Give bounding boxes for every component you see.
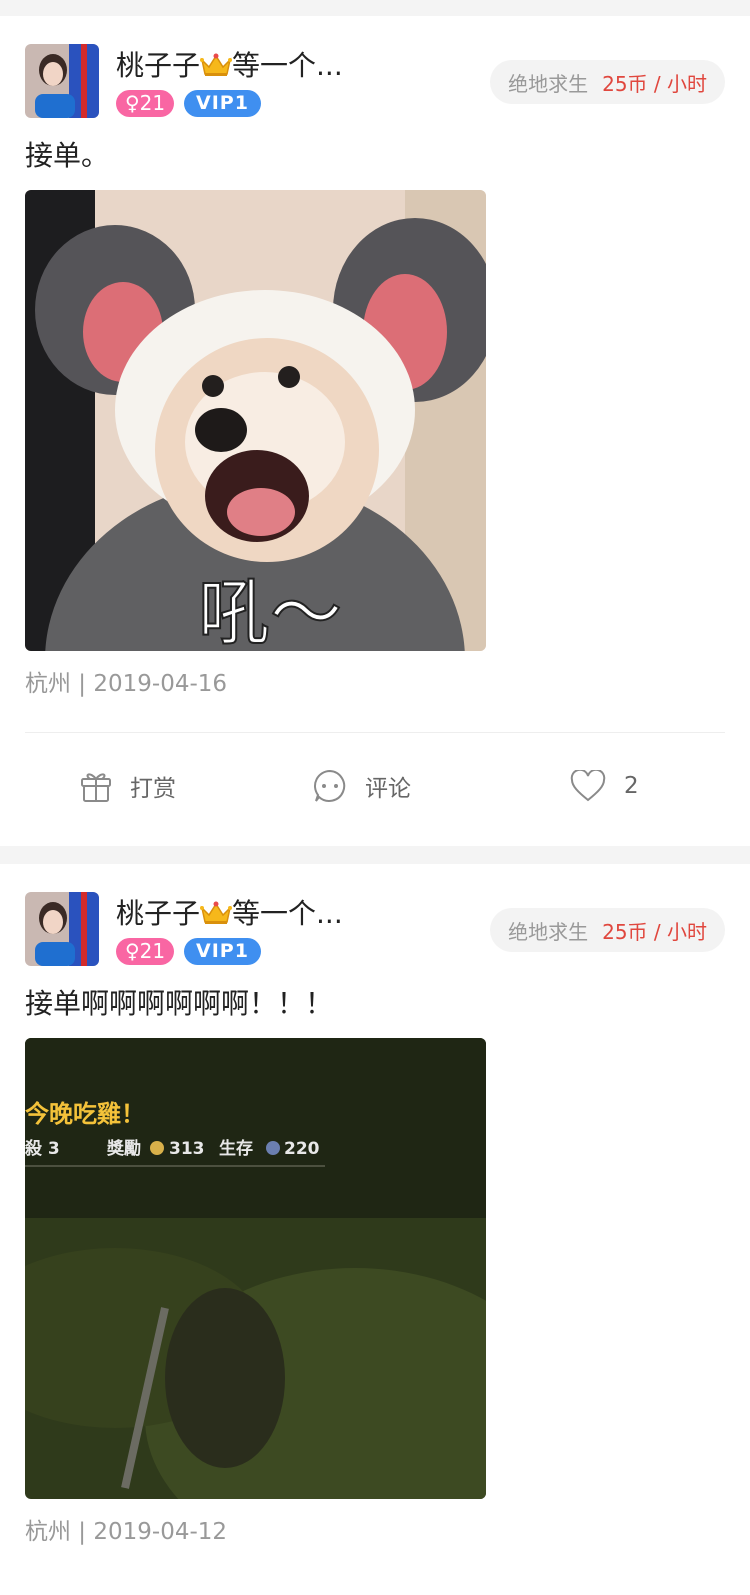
username[interactable]: 桃子子 等一个... [116, 48, 343, 84]
avatar[interactable] [25, 892, 99, 966]
location-date: 杭州 | 2019-04-12 [25, 1519, 228, 1545]
location-date: 杭州 | 2019-04-16 [25, 671, 228, 697]
gender-age-badge: ♀21 [116, 938, 175, 965]
image-caption: 吼～ [198, 571, 342, 651]
game-name: 绝地求生 [508, 919, 589, 944]
avatar-image [25, 892, 99, 966]
game-kill-stat: 殺 3 [25, 1138, 60, 1159]
gift-icon [81, 773, 111, 802]
crown-icon [200, 901, 233, 924]
price: 25币 / 小时 [602, 919, 707, 944]
avatar[interactable] [25, 44, 99, 118]
reward-label: 打赏 [130, 776, 176, 802]
post-card[interactable]: 桃子子 等一个... ♀21 VIP1 绝地求生 25币 / 小时 接单啊啊啊啊啊… [0, 864, 750, 1595]
post-card[interactable]: 桃子子等一个... ♀21 VIP1 绝地求生 25币 / 小时 接单。 吼～ [0, 16, 750, 846]
comment-icon [314, 769, 346, 802]
post-text: 接单啊啊啊啊啊啊！！！ [25, 987, 334, 1020]
game-reward-label: 獎勵 [106, 1138, 141, 1159]
comment-label: 评论 [365, 776, 411, 802]
gender-age-badge: ♀21 [116, 90, 175, 117]
divider [25, 732, 725, 733]
post-image[interactable]: 吼～ [25, 190, 486, 651]
game-screenshot: 今晚吃雞！ 殺 3 獎勵 313 生存 220 [25, 1038, 486, 1499]
comment-button[interactable]: 评论 [313, 768, 411, 804]
vip-badge: VIP1 [184, 938, 261, 965]
post-image[interactable]: 今晚吃雞！ 殺 3 獎勵 313 生存 220 [25, 1038, 486, 1499]
dog-photo: 吼～ [25, 190, 486, 651]
service-price-pill[interactable]: 绝地求生 25币 / 小时 [490, 60, 725, 104]
crown-icon [200, 53, 233, 76]
vip-badge: VIP1 [184, 90, 261, 117]
like-button[interactable]: 2 [570, 768, 639, 804]
game-headline: 今晚吃雞！ [25, 1100, 145, 1128]
post-text: 接单。 [25, 139, 110, 172]
username[interactable]: 桃子子 等一个... [116, 896, 343, 932]
price: 25币 / 小时 [602, 71, 707, 96]
service-price-pill[interactable]: 绝地求生 25币 / 小时 [490, 908, 725, 952]
game-name: 绝地求生 [508, 71, 589, 96]
card-separator [0, 846, 750, 864]
avatar-image [25, 44, 99, 118]
like-count: 2 [624, 773, 639, 799]
top-spacer [0, 0, 750, 16]
survival-icon [266, 1141, 280, 1155]
reward-button[interactable]: 打赏 [80, 768, 176, 804]
heart-icon [570, 770, 606, 802]
game-reward-value: 313 [169, 1139, 205, 1159]
game-survival-label: 生存 [219, 1138, 253, 1159]
coin-icon [150, 1141, 164, 1155]
game-survival-value: 220 [284, 1139, 320, 1159]
